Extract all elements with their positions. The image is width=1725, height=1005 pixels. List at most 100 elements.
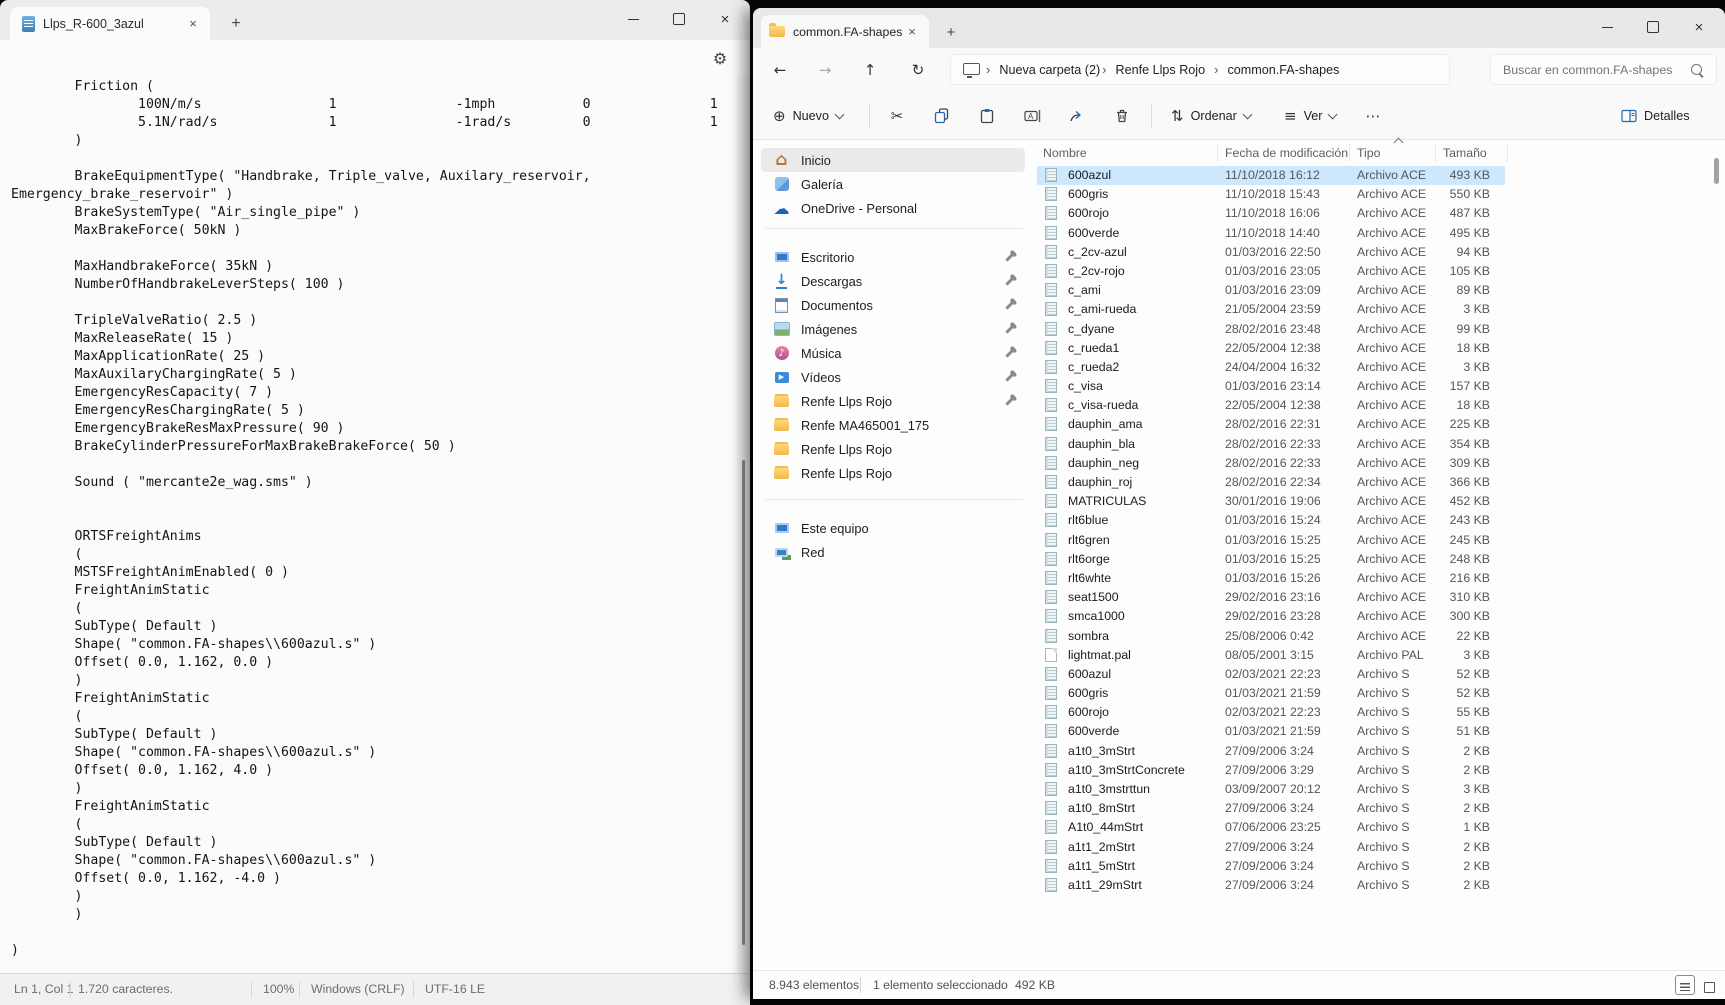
icons-view-toggle[interactable] [1699,975,1719,995]
sidebar-item[interactable]: Renfe MA465001_175 [761,413,1025,437]
file-name[interactable]: c_rueda2 [1068,360,1119,374]
file-row[interactable]: 600gris 11/10/2018 15:43 Archivo ACE 550… [1035,185,1725,204]
file-name[interactable]: 600azul [1068,168,1111,182]
file-row[interactable]: a1t0_3mstrttun 03/09/2007 20:12 Archivo … [1035,780,1725,799]
file-name[interactable]: c_2cv-azul [1068,245,1127,259]
zoom-level[interactable]: 100% [263,982,294,996]
notepad-new-tab-button[interactable]: + [224,12,248,36]
file-name[interactable]: dauphin_neg [1068,456,1139,470]
share-button[interactable] [1060,102,1094,130]
file-name[interactable]: dauphin_ama [1068,417,1143,431]
explorer-close-button[interactable]: × [1676,8,1722,46]
explorer-titlebar[interactable]: common.FA-shapes × + × [753,8,1725,48]
sidebar-item[interactable]: Documentos [761,293,1025,317]
file-row[interactable]: 600verde 11/10/2018 14:40 Archivo ACE 49… [1035,224,1725,243]
file-list-scrollbar-thumb[interactable] [1714,158,1719,184]
file-name[interactable]: rlt6blue [1068,513,1108,527]
file-name[interactable]: 600gris [1068,187,1108,201]
column-header-name[interactable]: Nombre [1043,146,1087,160]
file-row[interactable]: c_dyane 28/02/2016 23:48 Archivo ACE 99 … [1035,320,1725,339]
sidebar-item[interactable]: Escritorio [761,245,1025,269]
file-row[interactable]: a1t1_29mStrt 27/09/2006 3:24 Archivo S 2… [1035,876,1725,895]
notepad-close-button[interactable]: × [702,0,748,38]
search-icon[interactable] [1691,64,1702,75]
file-row[interactable]: a1t0_8mStrt 27/09/2006 3:24 Archivo S 2 … [1035,799,1725,818]
notepad-titlebar[interactable]: Llps_R-600_3azul × + × [0,0,750,40]
file-row[interactable]: a1t1_2mStrt 27/09/2006 3:24 Archivo S 2 … [1035,838,1725,857]
forward-button[interactable]: → [810,56,840,84]
sidebar-item[interactable]: Red [761,540,1025,564]
file-row[interactable]: dauphin_bla 28/02/2016 22:33 Archivo ACE… [1035,435,1725,454]
line-ending[interactable]: Windows (CRLF) [311,982,405,996]
view-button[interactable]: ≡ Ver [1278,102,1342,130]
file-name[interactable]: a1t1_2mStrt [1068,840,1135,854]
file-name[interactable]: seat1500 [1068,590,1119,604]
file-row[interactable]: c_2cv-rojo 01/03/2016 23:05 Archivo ACE … [1035,262,1725,281]
file-name[interactable]: a1t1_29mStrt [1068,878,1142,892]
explorer-tab-close-icon[interactable]: × [903,23,921,41]
address-bar[interactable]: › Nueva carpeta (2) › Renfe Llps Rojo › … [950,54,1450,85]
file-name[interactable]: a1t0_3mStrt [1068,744,1135,758]
file-row[interactable]: 600gris 01/03/2021 21:59 Archivo S 52 KB [1035,684,1725,703]
file-name[interactable]: 600gris [1068,686,1108,700]
file-row[interactable]: seat1500 29/02/2016 23:16 Archivo ACE 31… [1035,588,1725,607]
sort-button[interactable]: ⇅ Ordenar [1165,102,1257,130]
file-row[interactable]: c_rueda2 24/04/2004 16:32 Archivo ACE 3 … [1035,358,1725,377]
this-pc-icon[interactable] [963,63,980,75]
file-row[interactable]: c_2cv-azul 01/03/2016 22:50 Archivo ACE … [1035,243,1725,262]
file-name[interactable]: c_2cv-rojo [1068,264,1125,278]
notepad-menu-item[interactable] [12,55,24,61]
encoding[interactable]: UTF-16 LE [425,982,485,996]
file-name[interactable]: 600verde [1068,724,1119,738]
file-name[interactable]: 600rojo [1068,206,1109,220]
notepad-maximize-button[interactable] [656,0,702,38]
file-row[interactable]: a1t0_3mStrt 27/09/2006 3:24 Archivo S 2 … [1035,742,1725,761]
file-name[interactable]: lightmat.pal [1068,648,1131,662]
explorer-new-tab-button[interactable]: + [939,20,963,44]
search-input[interactable] [1491,63,1691,77]
copy-button[interactable] [925,102,959,130]
file-name[interactable]: 600verde [1068,226,1119,240]
back-button[interactable]: ← [765,56,795,84]
sidebar-item[interactable]: Renfe Llps Rojo [761,389,1025,413]
breadcrumb-label[interactable]: Nueva carpeta (2) [999,63,1100,77]
notepad-editor[interactable]: Friction ( 100N/m/s 1 -1mph 0 1 5.1N/rad… [0,76,737,973]
file-row[interactable]: 600rojo 11/10/2018 16:06 Archivo ACE 487… [1035,204,1725,223]
new-button[interactable]: ⊕ Nuevo [767,102,849,130]
column-header-type[interactable]: Tipo [1357,146,1380,160]
sidebar-item[interactable]: Descargas [761,269,1025,293]
file-name[interactable]: smca1000 [1068,609,1125,623]
file-row[interactable]: rlt6blue 01/03/2016 15:24 Archivo ACE 24… [1035,511,1725,530]
file-name[interactable]: dauphin_bla [1068,437,1135,451]
file-name[interactable]: rlt6whte [1068,571,1111,585]
file-row[interactable]: MATRICULAS 30/01/2016 19:06 Archivo ACE … [1035,492,1725,511]
notepad-menu-item[interactable] [50,55,62,61]
sidebar-item[interactable]: Vídeos [761,365,1025,389]
file-name[interactable]: dauphin_roj [1068,475,1132,489]
file-name[interactable]: c_rueda1 [1068,341,1119,355]
file-name[interactable]: a1t0_3mstrttun [1068,782,1150,796]
sidebar-item[interactable]: Renfe Llps Rojo [761,461,1025,485]
file-row[interactable]: rlt6gren 01/03/2016 15:25 Archivo ACE 24… [1035,531,1725,550]
file-row[interactable]: rlt6orge 01/03/2016 15:25 Archivo ACE 24… [1035,550,1725,569]
file-name[interactable]: c_visa-rueda [1068,398,1138,412]
file-name[interactable]: 600rojo [1068,705,1109,719]
file-name[interactable]: a1t1_5mStrt [1068,859,1135,873]
file-name[interactable]: c_dyane [1068,322,1115,336]
rename-button[interactable]: A [1015,102,1049,130]
file-row[interactable]: 600azul 11/10/2018 16:12 Archivo ACE 493… [1035,166,1725,185]
sidebar-item[interactable]: OneDrive - Personal [761,196,1025,220]
file-name[interactable]: rlt6orge [1068,552,1110,566]
sidebar-item[interactable]: Inicio [761,148,1025,172]
notepad-tab[interactable]: Llps_R-600_3azul × [10,7,210,40]
file-name[interactable]: MATRICULAS [1068,494,1146,508]
file-name[interactable]: a1t0_8mStrt [1068,801,1135,815]
sidebar-item[interactable]: Música [761,341,1025,365]
file-row[interactable]: a1t0_3mStrtConcrete 27/09/2006 3:29 Arch… [1035,761,1725,780]
sidebar-item[interactable]: Galería [761,172,1025,196]
sidebar-item[interactable]: Imágenes [761,317,1025,341]
file-row[interactable]: c_rueda1 22/05/2004 12:38 Archivo ACE 18… [1035,339,1725,358]
file-name[interactable]: sombra [1068,629,1109,643]
explorer-tab[interactable]: common.FA-shapes × [761,15,929,48]
file-name[interactable]: A1t0_44mStrt [1068,820,1143,834]
